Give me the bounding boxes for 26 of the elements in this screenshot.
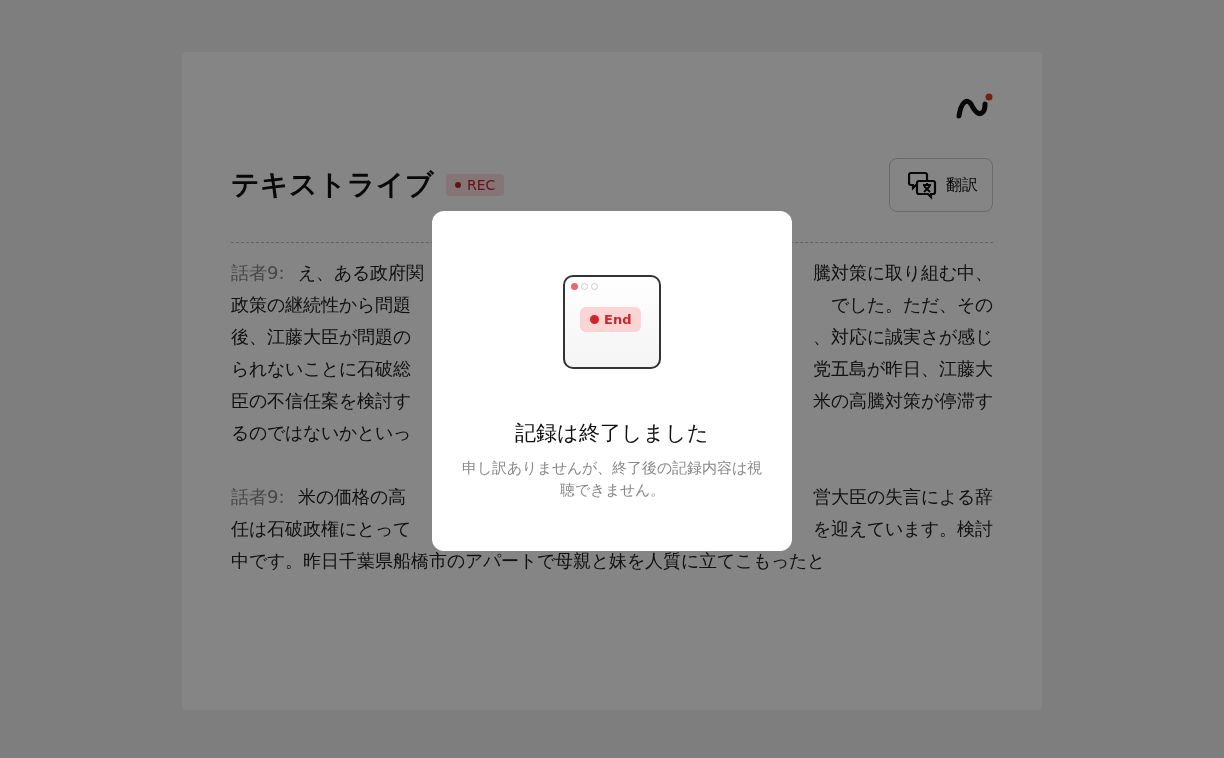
- transcript-text: 米の価格の高: [298, 486, 407, 507]
- transcript-text: 営大臣の失言による辞: [813, 485, 993, 509]
- page-title: テキストライブ: [231, 167, 434, 203]
- transcript-text: 政策の継続性から問題: [231, 294, 411, 315]
- transcript-text: 米の高騰対策が停滞す: [813, 389, 993, 413]
- rec-badge: REC: [446, 174, 505, 196]
- translate-button[interactable]: 翻訳: [889, 158, 993, 212]
- transcript-text: でした。ただ、その: [831, 293, 993, 317]
- dialog-title: 記録は終了しました: [515, 420, 709, 447]
- transcript-text: 騰対策に取り組む中、: [813, 261, 993, 285]
- transcript-text: 党五島が昨日、江藤大: [813, 357, 993, 381]
- transcript-text: るのではないかといっ: [231, 422, 411, 443]
- transcript-text: 、対応に誠実さが感じ: [813, 325, 993, 349]
- transcript-text: 臣の不信任案を検討す: [231, 390, 411, 411]
- transcript-text: を迎えています。検討: [813, 517, 993, 541]
- transcript-text: られないことに石破総: [231, 358, 411, 379]
- speaker-label: 話者9:: [231, 486, 285, 507]
- translate-icon: [908, 170, 938, 200]
- transcript-text: 任は石破政権にとって: [231, 518, 411, 539]
- speaker-label: 話者9:: [231, 262, 285, 283]
- logo-icon: [955, 92, 993, 120]
- transcript-text: 中です。昨日千葉県船橋市のアパートで母親と妹を人質に立てこもったと: [231, 550, 825, 571]
- transcript-text: 後、江藤大臣が問題の: [231, 326, 411, 347]
- transcript-text: え、ある政府関: [298, 262, 425, 283]
- end-badge: End: [580, 307, 642, 332]
- dialog-message: 申し訳ありませんが、終了後の記録内容は視聴できません。: [462, 458, 762, 501]
